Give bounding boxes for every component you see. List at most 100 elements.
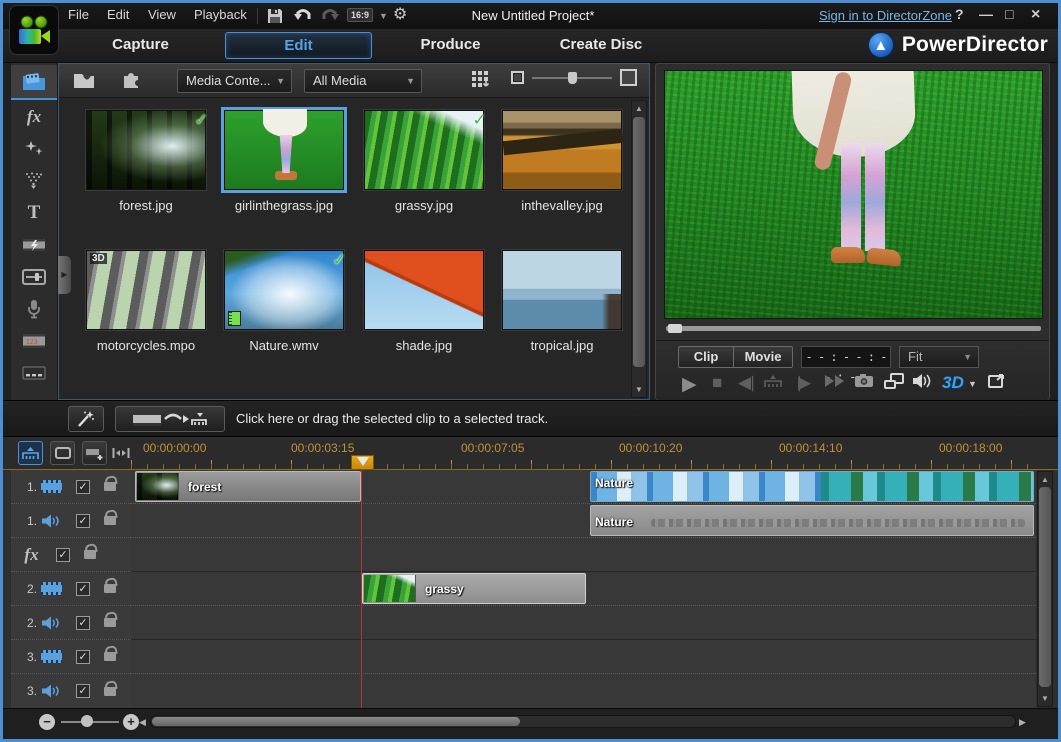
sidebar-item-effect-room[interactable]: fx: [11, 101, 57, 133]
media-filter-dropdown[interactable]: All Media ▼: [304, 69, 422, 93]
library-item-girlinthegrass[interactable]: girlinthegrass.jpg: [224, 110, 348, 214]
zoom-slider-thumb[interactable]: [568, 72, 577, 84]
track-enable-checkbox[interactable]: ✓: [76, 650, 90, 664]
tab-capture[interactable]: Capture: [83, 36, 198, 53]
thumbnail-motorcycles[interactable]: 3D: [86, 250, 206, 330]
clip-nature-video[interactable]: Nature: [590, 471, 1034, 502]
help-button[interactable]: ?: [955, 6, 964, 22]
timecode-display[interactable]: - - : - - : - - : - -: [801, 346, 891, 368]
library-item-inthevalley[interactable]: inthevalley.jpg: [502, 110, 626, 214]
tab-create-disc[interactable]: Create Disc: [541, 36, 661, 53]
viewer-zoom-dropdown[interactable]: Fit ▼: [899, 346, 979, 368]
scroll-up-icon[interactable]: ▲: [1038, 475, 1052, 484]
large-thumbnails-icon[interactable]: [620, 69, 637, 86]
scroll-up-icon[interactable]: ▲: [632, 104, 646, 113]
next-frame-button[interactable]: ▶: [798, 373, 811, 393]
sidebar-item-voiceover-room[interactable]: [11, 293, 57, 325]
previous-frame-button[interactable]: ◀: [738, 373, 751, 393]
timeline-zoom-in-button[interactable]: +: [123, 714, 139, 730]
sidebar-item-particle-room[interactable]: [11, 165, 57, 197]
undo-icon[interactable]: [294, 8, 312, 27]
seek-marker-button[interactable]: [764, 373, 782, 393]
3d-caret-icon[interactable]: ▼: [968, 379, 977, 389]
preview-seek-thumb[interactable]: [668, 324, 682, 333]
thumbnail-shade[interactable]: [364, 250, 484, 330]
dual-preview-icon[interactable]: [884, 373, 904, 394]
track-enable-checkbox[interactable]: ✓: [56, 548, 70, 562]
hscroll-right-icon[interactable]: ▶: [1019, 717, 1026, 728]
clip-grassy[interactable]: grassy: [362, 573, 586, 604]
sidebar-item-title-room[interactable]: T: [11, 197, 57, 229]
track-lock-icon[interactable]: [104, 618, 116, 627]
track-header-audio2[interactable]: 2. ✓: [11, 606, 131, 640]
track-header-audio1[interactable]: 1. ✓: [11, 504, 131, 538]
thumbnail-girlinthegrass[interactable]: [224, 110, 344, 190]
track-enable-checkbox[interactable]: ✓: [76, 582, 90, 596]
track-header-video2[interactable]: 2. ✓: [11, 572, 131, 606]
library-item-nature[interactable]: ✓ Nature.wmv: [224, 250, 348, 354]
movie-mode-button[interactable]: Movie: [733, 346, 793, 368]
timeline-scrollbar-thumb[interactable]: [1039, 487, 1051, 687]
sidebar-item-pip-objects-room[interactable]: [11, 133, 57, 165]
library-item-shade[interactable]: shade.jpg: [364, 250, 488, 354]
clip-nature-audio[interactable]: Nature: [590, 505, 1034, 536]
volume-speaker-icon[interactable]: [912, 373, 932, 394]
track-row-video1[interactable]: forest Nature: [131, 470, 1036, 504]
playhead-marker[interactable]: [351, 455, 374, 470]
track-lock-icon[interactable]: [104, 687, 116, 696]
timeline-view-button[interactable]: [18, 441, 43, 465]
3d-mode-button[interactable]: 3D: [942, 373, 964, 393]
minimize-button[interactable]: —: [979, 6, 993, 22]
library-scrollbar[interactable]: ▲ ▼: [631, 100, 647, 398]
library-item-tropical[interactable]: tropical.jpg: [502, 250, 626, 354]
tab-produce[interactable]: Produce: [393, 36, 508, 53]
preview-seek-bar[interactable]: [666, 326, 1041, 331]
track-header-fx[interactable]: fx ✓: [11, 538, 131, 572]
track-lock-icon[interactable]: [84, 550, 96, 559]
preview-screen[interactable]: [664, 70, 1043, 319]
tab-edit[interactable]: Edit: [225, 32, 372, 59]
sidebar-item-transition-room[interactable]: [11, 229, 57, 261]
thumbnail-tropical[interactable]: [502, 250, 622, 330]
playhead-line[interactable]: [361, 470, 362, 708]
track-lock-icon[interactable]: [104, 584, 116, 593]
timeline-ruler[interactable]: 00:00:00:00 00:00:03:15 00:00:07:05 00:0…: [131, 437, 1036, 469]
save-icon[interactable]: [267, 8, 283, 28]
track-row-fx[interactable]: [131, 538, 1036, 572]
timeline-zoom-out-button[interactable]: −: [39, 714, 55, 730]
timeline-hscrollbar-thumb[interactable]: [152, 717, 520, 726]
menu-view[interactable]: View: [148, 7, 176, 22]
snapshot-camera-icon[interactable]: [854, 373, 874, 393]
clip-forest[interactable]: forest: [135, 471, 361, 502]
library-flyout-handle[interactable]: ▶: [58, 256, 71, 294]
stop-button[interactable]: ■: [712, 373, 722, 393]
fast-forward-button[interactable]: [824, 373, 846, 393]
track-enable-checkbox[interactable]: ✓: [76, 514, 90, 528]
scroll-down-icon[interactable]: ▼: [1038, 694, 1052, 703]
library-item-forest[interactable]: ✓ forest.jpg: [86, 110, 210, 214]
sidebar-item-subtitle-room[interactable]: [11, 357, 57, 389]
maximize-button[interactable]: □: [1005, 6, 1013, 22]
timeline-zoom-thumb[interactable]: [81, 715, 93, 727]
storyboard-view-button[interactable]: [50, 441, 75, 465]
sidebar-item-audio-mixing-room[interactable]: [11, 261, 57, 293]
content-filter-dropdown[interactable]: Media Conte... ▼: [177, 69, 292, 93]
settings-gear-icon[interactable]: ⚙: [393, 6, 407, 24]
redo-icon[interactable]: [321, 8, 339, 27]
import-media-icon[interactable]: [73, 70, 95, 94]
add-track-button[interactable]: [82, 441, 107, 465]
sidebar-item-chapter-room[interactable]: 123: [11, 325, 57, 357]
thumbnail-zoom-slider[interactable]: [532, 77, 612, 79]
aspect-caret-icon[interactable]: ▼: [379, 7, 388, 25]
sidebar-item-media-room[interactable]: [11, 65, 57, 100]
track-header-audio3[interactable]: 3. ✓: [11, 674, 131, 708]
hscroll-left-icon[interactable]: ◀: [139, 717, 146, 728]
library-item-grassy[interactable]: ✓ grassy.jpg: [364, 110, 488, 214]
play-button[interactable]: ▶: [682, 373, 697, 396]
timeline-scrollbar[interactable]: ▲ ▼: [1037, 471, 1053, 707]
track-enable-checkbox[interactable]: ✓: [76, 616, 90, 630]
thumbnail-inthevalley[interactable]: [502, 110, 622, 190]
track-row-video3[interactable]: [131, 640, 1036, 674]
close-button[interactable]: ×: [1031, 6, 1040, 24]
track-enable-checkbox[interactable]: ✓: [76, 480, 90, 494]
